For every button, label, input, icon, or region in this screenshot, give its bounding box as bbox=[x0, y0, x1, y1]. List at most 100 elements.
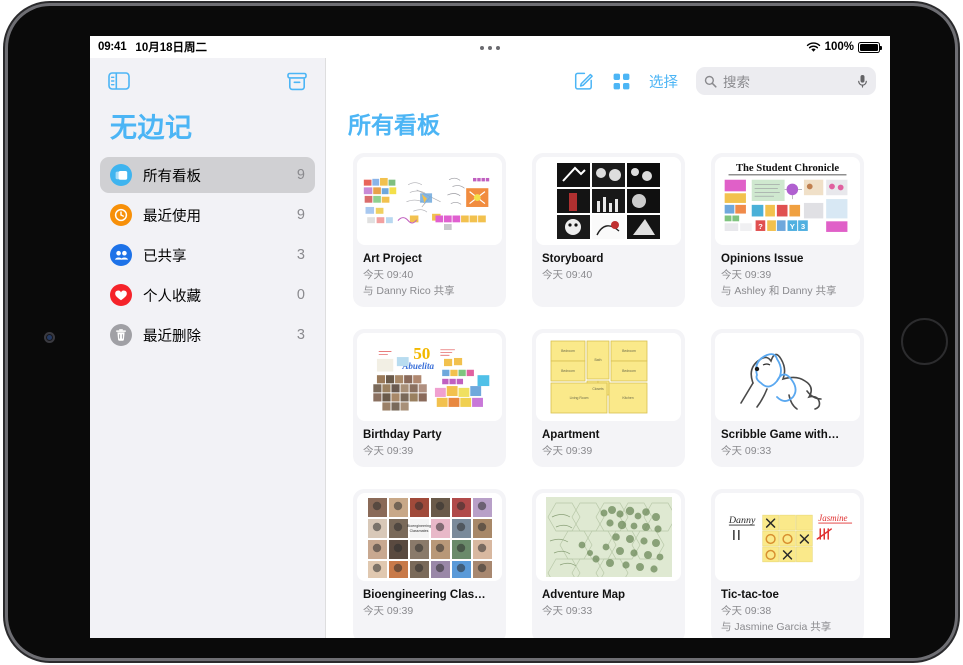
tic-tac-toe-thumb: Danny Jasmine bbox=[715, 493, 860, 581]
board-title: Tic-tac-toe bbox=[721, 589, 779, 601]
board-date: 今天 09:39 bbox=[721, 269, 772, 281]
storyboard-thumb bbox=[536, 157, 681, 245]
board-title: Art Project bbox=[363, 253, 422, 265]
svg-text:Danny: Danny bbox=[728, 515, 756, 526]
adventure-map-thumb bbox=[536, 493, 681, 581]
multitasking-handle[interactable] bbox=[480, 46, 500, 50]
board-card[interactable]: The Student Chronicle ? Y 3 Opinions Iss… bbox=[711, 153, 864, 307]
status-bar: 09:41 10月18日周二 100% bbox=[90, 36, 890, 58]
board-card-meta: Tic-tac-toe 今天 09:38 与 Jasmine Garcia 共享 bbox=[711, 581, 864, 638]
sidebar-item-count: 9 bbox=[296, 207, 305, 223]
compose-icon[interactable] bbox=[574, 71, 594, 91]
sidebar-item-recently-deleted[interactable]: 最近删除 3 bbox=[100, 317, 315, 353]
svg-text:3: 3 bbox=[801, 222, 806, 231]
sidebar-item-label: 最近使用 bbox=[143, 208, 201, 225]
svg-text:Bedroom: Bedroom bbox=[622, 369, 636, 373]
wifi-icon bbox=[806, 41, 820, 52]
board-card[interactable]: 50 Abuelita Birthday Party 今天 09:39 bbox=[353, 329, 506, 467]
sidebar-toolbar bbox=[90, 58, 325, 104]
grid-view-icon[interactable] bbox=[612, 72, 631, 91]
battery-percent: 100% bbox=[824, 41, 854, 53]
search-input[interactable]: 搜索 bbox=[696, 67, 876, 95]
board-date: 今天 09:39 bbox=[542, 445, 593, 457]
board-title: Birthday Party bbox=[363, 429, 442, 441]
svg-text:Kitchen: Kitchen bbox=[622, 396, 633, 400]
page-title: 所有看板 bbox=[348, 112, 440, 138]
sidebar-item-count: 3 bbox=[296, 327, 305, 343]
sidebar-item-shared[interactable]: 已共享 3 bbox=[100, 237, 315, 273]
board-shared-with: 与 Ashley 和 Danny 共享 bbox=[721, 285, 837, 297]
board-title: Opinions Issue bbox=[721, 253, 804, 265]
apartment-thumb: Bedroom Bedroom Bath Closets Bedroom Bed… bbox=[536, 333, 681, 421]
select-button[interactable]: 选择 bbox=[649, 71, 678, 92]
sidebar-item-label: 最近删除 bbox=[143, 328, 201, 345]
sidebar-item-favorites[interactable]: 个人收藏 0 bbox=[100, 277, 315, 313]
board-card-meta: Scribble Game with… 今天 09:33 bbox=[711, 421, 864, 467]
board-date: 今天 09:40 bbox=[363, 269, 414, 281]
svg-text:Y: Y bbox=[790, 222, 796, 231]
board-title: Bioengineering Clas… bbox=[363, 589, 486, 601]
svg-text:Bedroom: Bedroom bbox=[561, 349, 575, 353]
scribble-game-thumb bbox=[715, 333, 860, 421]
front-camera-icon bbox=[44, 332, 55, 343]
svg-text:Jasmine: Jasmine bbox=[818, 513, 847, 523]
board-date: 今天 09:39 bbox=[363, 605, 414, 617]
sidebar-item-all-boards[interactable]: 所有看板 9 bbox=[100, 157, 315, 193]
svg-text:Bioengineering: Bioengineering bbox=[407, 524, 431, 528]
trash-icon bbox=[110, 324, 132, 346]
microphone-icon[interactable] bbox=[857, 74, 868, 88]
battery-fill bbox=[860, 43, 878, 51]
main-content: 选择 搜索 所有看板 Art Project 今天 09:40 与 Danny … bbox=[327, 58, 890, 638]
svg-text:The Student Chronicle: The Student Chronicle bbox=[736, 163, 839, 174]
board-card-meta: Storyboard 今天 09:40 bbox=[532, 245, 685, 291]
svg-text:Living Room: Living Room bbox=[569, 396, 588, 400]
main-toolbar: 选择 搜索 bbox=[327, 58, 890, 104]
handle-dot bbox=[488, 46, 492, 50]
boards-icon bbox=[110, 164, 132, 186]
battery-icon bbox=[858, 41, 882, 53]
board-card-meta: Birthday Party 今天 09:39 bbox=[353, 421, 506, 467]
board-shared-with: 与 Jasmine Garcia 共享 bbox=[721, 621, 832, 633]
board-title: Adventure Map bbox=[542, 589, 626, 601]
sidebar-item-label: 已共享 bbox=[143, 248, 187, 265]
svg-text:Bedroom: Bedroom bbox=[561, 369, 575, 373]
heart-icon bbox=[110, 284, 132, 306]
sidebar-item-recents[interactable]: 最近使用 9 bbox=[100, 197, 315, 233]
art-project-thumb bbox=[357, 157, 502, 245]
sidebar-list: 所有看板 9 最近使用 9 已共享 3 个人收藏 0 最近删除 3 bbox=[90, 157, 325, 353]
board-card[interactable]: Danny Jasmine Tic-tac-toe 今天 09:38 与 Jas… bbox=[711, 489, 864, 638]
board-card[interactable]: Storyboard 今天 09:40 bbox=[532, 153, 685, 307]
search-icon bbox=[704, 75, 717, 88]
board-card[interactable]: Bioengineering Classmates Bioengineering… bbox=[353, 489, 506, 638]
board-shared-with: 与 Danny Rico 共享 bbox=[363, 285, 455, 297]
board-card-meta: Art Project 今天 09:40 与 Danny Rico 共享 bbox=[353, 245, 506, 307]
board-date: 今天 09:33 bbox=[542, 605, 593, 617]
screen: 09:41 10月18日周二 100% 无边记 所有看板 9 最近使用 9 已共… bbox=[90, 36, 890, 638]
sidebar-item-count: 0 bbox=[296, 287, 305, 303]
board-date: 今天 09:40 bbox=[542, 269, 593, 281]
svg-text:Classmates: Classmates bbox=[409, 529, 428, 533]
sidebar-item-count: 9 bbox=[296, 167, 305, 183]
clock-icon bbox=[110, 204, 132, 226]
board-card[interactable]: Adventure Map 今天 09:33 bbox=[532, 489, 685, 638]
sidebar-toggle-icon[interactable] bbox=[108, 72, 130, 90]
bioengineering-thumb: Bioengineering Classmates bbox=[357, 493, 502, 581]
app-title: 无边记 bbox=[110, 113, 193, 143]
sidebar-item-label: 个人收藏 bbox=[143, 288, 201, 305]
board-title: Apartment bbox=[542, 429, 600, 441]
board-card[interactable]: Bedroom Bedroom Bath Closets Bedroom Bed… bbox=[532, 329, 685, 467]
board-card[interactable]: Scribble Game with… 今天 09:33 bbox=[711, 329, 864, 467]
apple-pencil-attach-indicator bbox=[901, 318, 948, 365]
board-title: Storyboard bbox=[542, 253, 604, 265]
board-card[interactable]: Art Project 今天 09:40 与 Danny Rico 共享 bbox=[353, 153, 506, 307]
board-date: 今天 09:38 bbox=[721, 605, 772, 617]
board-date: 今天 09:33 bbox=[721, 445, 772, 457]
board-card-meta: Bioengineering Clas… 今天 09:39 bbox=[353, 581, 506, 627]
status-date: 10月18日周二 bbox=[135, 42, 208, 54]
svg-text:Bedroom: Bedroom bbox=[622, 349, 636, 353]
birthday-party-thumb: 50 Abuelita bbox=[357, 333, 502, 421]
new-folder-icon[interactable] bbox=[287, 72, 307, 91]
board-card-meta: Adventure Map 今天 09:33 bbox=[532, 581, 685, 627]
status-bar-left: 09:41 10月18日周二 bbox=[90, 39, 207, 55]
sidebar: 无边记 所有看板 9 最近使用 9 已共享 3 个人收藏 0 最近删除 3 bbox=[90, 58, 326, 638]
